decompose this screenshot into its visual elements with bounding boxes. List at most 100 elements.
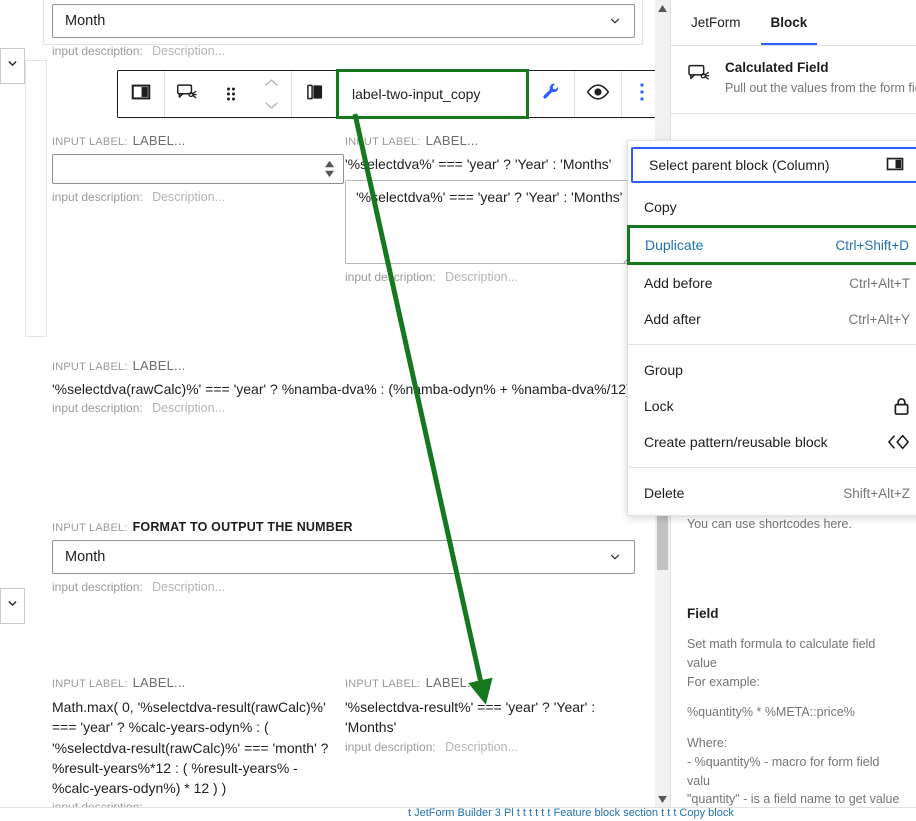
format-output-block: INPUT LABEL: FORMAT TO OUTPUT THE NUMBER … [52, 520, 635, 594]
menu-item-delete-shortcut: Shift+Alt+Z [843, 485, 910, 501]
tab-block-label: Block [770, 15, 808, 30]
menu-item-copy-label: Copy [644, 199, 677, 215]
format-output-select-value: Month [65, 549, 106, 565]
middle-formula-label: INPUT LABEL: LABEL... [52, 358, 186, 373]
toolbar-group-parent [118, 71, 165, 117]
format-select-top-value: Month [65, 13, 106, 29]
bottom-left-label: INPUT LABEL: LABEL... [52, 675, 186, 690]
wrench-icon [541, 82, 561, 107]
menu-item-copy[interactable]: Copy [628, 189, 916, 225]
format-output-description: input description: Description... [52, 580, 226, 594]
block-name-input[interactable]: label-two-input_copy [336, 69, 529, 119]
drag-handle-icon[interactable] [211, 71, 251, 117]
parent-column-button[interactable] [118, 71, 164, 117]
block-card-title: Calculated Field [725, 60, 829, 75]
block-type-button[interactable] [292, 71, 338, 117]
menu-item-create-pattern[interactable]: Create pattern/reusable block [628, 424, 916, 460]
menu-item-lock-label: Lock [644, 398, 674, 414]
chevron-down-icon [6, 57, 19, 75]
field-help-p2: %quantity% * %META::price% [687, 705, 855, 720]
block-options-menu: Select parent block (Column) Copy Duplic… [627, 140, 916, 516]
bottom-right-label: INPUT LABEL: LABEL... [345, 675, 479, 690]
wrench-button[interactable] [528, 71, 574, 117]
left-gutter [0, 0, 25, 821]
column-block-icon [885, 154, 905, 177]
block-toolbar: label-two-input_copy [117, 69, 663, 119]
column-block-icon [130, 81, 152, 108]
menu-item-add-before[interactable]: Add before Ctrl+Alt+T [628, 265, 916, 301]
menu-item-add-before-label: Add before [644, 275, 713, 291]
format-output-label: INPUT LABEL: FORMAT TO OUTPUT THE NUMBER [52, 520, 353, 534]
number-spinner[interactable] [324, 160, 335, 178]
more-options-icon [639, 81, 645, 108]
format-output-select[interactable]: Month [52, 540, 635, 574]
textarea-heading-formula: '%selectdva%' === 'year' ? 'Year' : 'Mon… [345, 156, 612, 172]
top-select-description: input description: Description... [52, 44, 226, 58]
menu-item-delete-label: Delete [644, 485, 685, 501]
field-section-heading: Field [687, 606, 719, 621]
textarea-field-description: input description: Description... [345, 270, 519, 285]
lock-icon [893, 397, 910, 416]
block-card-description: Pull out the values from the form fields… [725, 81, 916, 95]
eye-icon [586, 83, 610, 106]
scroll-up-arrow-icon[interactable] [655, 0, 670, 16]
menu-item-duplicate[interactable]: Duplicate Ctrl+Shift+D [627, 225, 916, 265]
bottom-right-formula-text: '%selectdva-result%' === 'year' ? 'Year'… [345, 699, 596, 736]
menu-item-add-after[interactable]: Add after Ctrl+Alt+Y [628, 301, 916, 337]
bottom-left-formula-block: INPUT LABEL: LABEL... Math.max( 0, '%sele… [52, 675, 337, 814]
middle-formula-description: input description: Description... [52, 401, 226, 416]
chevron-down-icon [6, 597, 19, 615]
bottom-status-strip: t JetForm Builder 3 Pl t t t t t t Featu… [0, 807, 916, 821]
editor-screen: Month input description: Description... [0, 0, 916, 821]
toolbar-group-tools [528, 71, 575, 117]
menu-item-create-pattern-label: Create pattern/reusable block [644, 434, 828, 450]
reusable-block-icon [888, 433, 910, 451]
menu-separator-2 [628, 467, 916, 468]
menu-separator-1 [628, 344, 916, 345]
calculated-field-icon [176, 81, 200, 108]
scroll-down-arrow-icon[interactable] [655, 791, 670, 807]
number-field-description: input description: Description... [52, 190, 226, 204]
number-field-block: INPUT LABEL: LABEL... input description: … [52, 133, 344, 204]
tab-jetform-label: JetForm [691, 15, 741, 30]
bottom-right-description: input description: Description... [345, 739, 519, 754]
eye-button[interactable] [575, 71, 621, 117]
menu-item-duplicate-shortcut: Ctrl+Shift+D [835, 237, 909, 253]
inner-column-card [25, 60, 47, 337]
menu-item-group-label: Group [644, 362, 683, 378]
middle-formula-block: INPUT LABEL: LABEL... '%selectdva(rawCalc… [52, 358, 642, 415]
bottom-status-text: t JetForm Builder 3 Pl t t t t t t Featu… [408, 807, 734, 819]
menu-item-add-after-shortcut: Ctrl+Alt+Y [848, 311, 910, 327]
menu-item-delete[interactable]: Delete Shift+Alt+Z [628, 475, 916, 511]
block-name-value: label-two-input_copy [352, 86, 481, 102]
menu-item-select-parent[interactable]: Select parent block (Column) [631, 147, 916, 183]
toolbar-group-move [165, 71, 292, 117]
textarea-field-label: INPUT LABEL: LABEL... [345, 133, 479, 148]
chevron-down-icon[interactable] [264, 97, 279, 115]
chevron-up-icon[interactable] [264, 74, 279, 92]
top-select-field: Month input description: Description... [52, 4, 635, 58]
sidebar-tabs: JetForm Block [671, 0, 916, 46]
toolbar-group-name: label-two-input_copy [292, 69, 529, 119]
number-input[interactable] [52, 154, 344, 184]
number-field-label: INPUT LABEL: LABEL... [52, 133, 186, 148]
collapse-toggle-bottom[interactable] [0, 588, 25, 624]
middle-formula-text: '%selectdva(rawCalc)%' === 'year' ? %nam… [52, 381, 631, 397]
field-help-p1: Set math formula to calculate field valu… [687, 637, 876, 689]
formula-textarea[interactable]: '%selectdva%' === 'year' ? 'Year' : 'Mon… [345, 180, 635, 265]
toolbar-group-preview [575, 71, 622, 117]
tab-jetform[interactable]: JetForm [687, 0, 745, 45]
block-type-icon [305, 82, 325, 107]
menu-item-lock[interactable]: Lock [628, 388, 916, 424]
textarea-field-block: INPUT LABEL: LABEL... '%selectdva%' === '… [345, 133, 635, 284]
tab-block[interactable]: Block [760, 0, 818, 45]
menu-item-group[interactable]: Group [628, 352, 916, 388]
chevron-down-icon [608, 14, 622, 28]
editor-canvas: Month input description: Description... [25, 0, 663, 821]
menu-item-duplicate-label: Duplicate [645, 237, 704, 253]
calculated-field-block-button[interactable] [165, 71, 211, 117]
format-select-top[interactable]: Month [52, 4, 635, 38]
collapse-toggle-top[interactable] [0, 48, 25, 84]
move-block-buttons[interactable] [251, 71, 291, 117]
bottom-right-formula-block: INPUT LABEL: LABEL... '%selectdva-result%… [345, 675, 645, 754]
